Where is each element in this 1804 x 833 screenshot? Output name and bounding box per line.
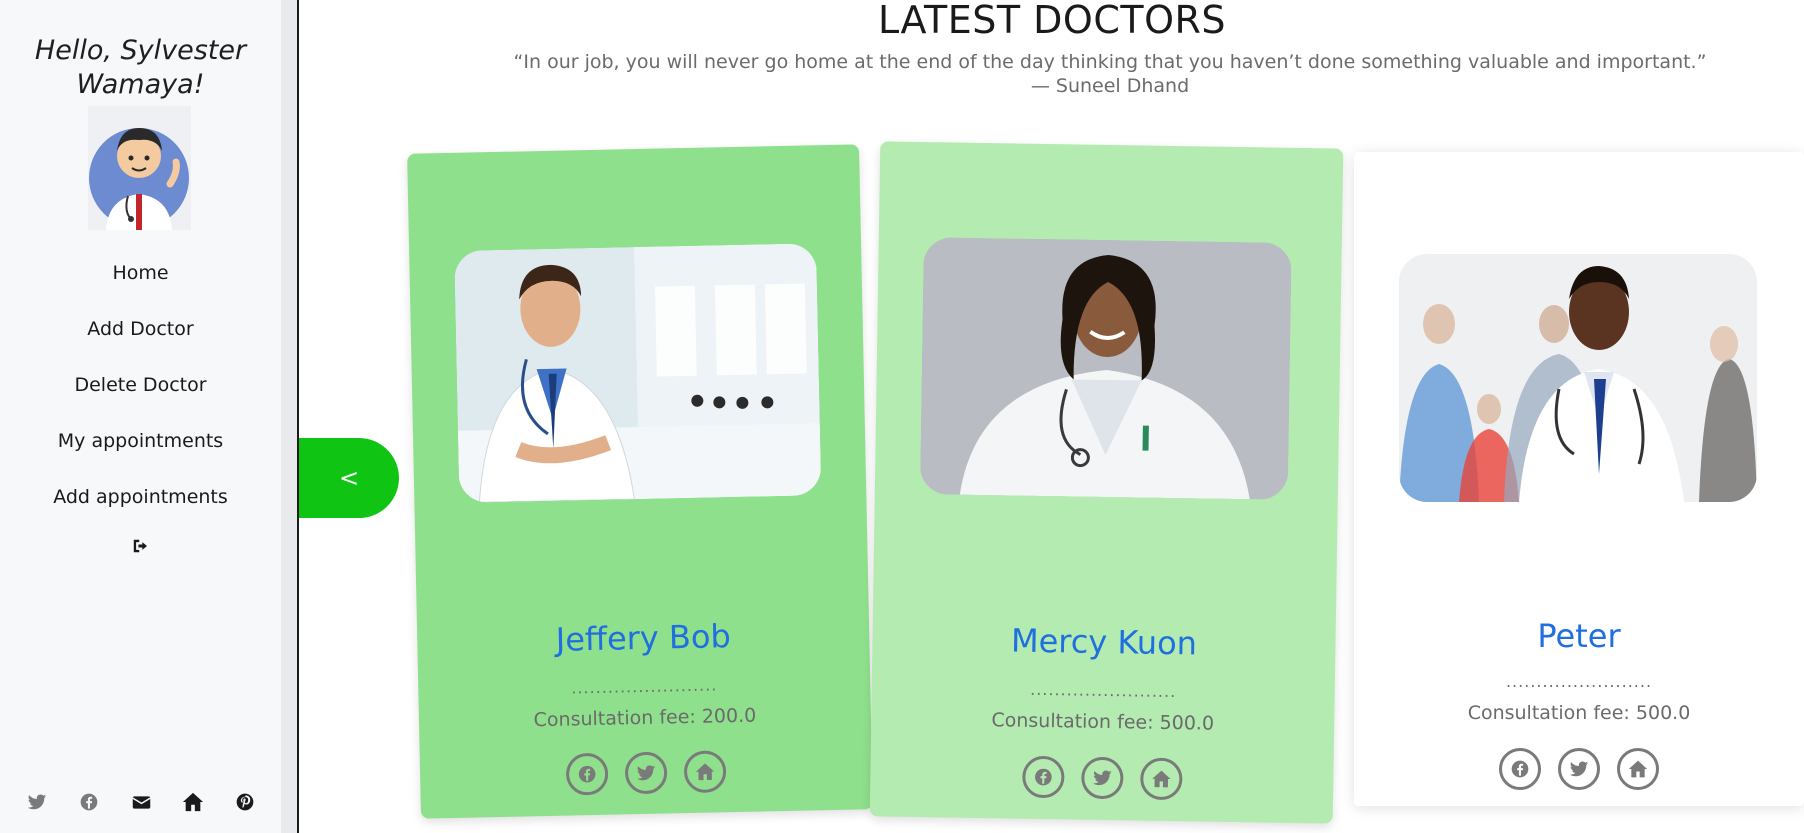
facebook-icon[interactable]	[1021, 755, 1065, 799]
doctor-photo	[919, 237, 1292, 500]
doctor-photo	[1399, 254, 1757, 502]
sidebar: Hello, Sylvester Wamaya! Home Add Doctor…	[0, 0, 281, 833]
pinterest-icon[interactable]	[234, 791, 256, 813]
consultation-fee: Consultation fee: 500.0	[871, 707, 1334, 736]
doctor-card: Peter ........................ Consultat…	[1354, 152, 1804, 806]
nav-delete-doctor[interactable]: Delete Doctor	[0, 357, 281, 413]
sidebar-scrollbar-track	[281, 0, 297, 833]
sidebar-nav: Home Add Doctor Delete Doctor My appoint…	[0, 245, 281, 525]
name-divider: ........................	[1030, 679, 1177, 702]
name-divider: ........................	[1505, 672, 1653, 691]
doctor-photo	[454, 243, 822, 503]
doctor-social-links	[420, 747, 873, 798]
doctor-avatar	[88, 106, 191, 230]
doctor-name[interactable]: Mercy Kuon	[872, 619, 1336, 664]
home-icon[interactable]	[683, 750, 727, 794]
header-quote: “In our job, you will never go home at t…	[513, 51, 1707, 97]
twitter-icon[interactable]	[1080, 756, 1124, 800]
doctor-name[interactable]: Peter	[1354, 617, 1804, 655]
twitter-icon[interactable]	[26, 791, 48, 813]
home-icon[interactable]	[1617, 748, 1659, 790]
nav-add-appointments[interactable]: Add appointments	[0, 469, 281, 525]
nav-home[interactable]: Home	[0, 245, 281, 301]
fee-label: Consultation fee:	[1467, 702, 1636, 724]
page-title: LATEST DOCTORS	[877, 0, 1227, 42]
fee-value: 200.0	[701, 704, 757, 728]
twitter-icon[interactable]	[624, 751, 668, 795]
name-divider: ........................	[571, 675, 718, 698]
nav-add-doctor[interactable]: Add Doctor	[0, 301, 281, 357]
doctor-card: Mercy Kuon ........................ Cons…	[869, 141, 1344, 824]
home-icon[interactable]	[1139, 757, 1183, 801]
logout-icon[interactable]	[128, 535, 152, 557]
fee-value: 500.0	[1635, 702, 1691, 724]
doctor-social-links	[1354, 748, 1804, 790]
consultation-fee: Consultation fee: 200.0	[419, 702, 871, 733]
facebook-icon[interactable]	[78, 791, 100, 813]
greeting-text: Hello, Sylvester Wamaya!	[34, 35, 247, 100]
social-links	[26, 790, 256, 814]
doctor-social-links	[870, 753, 1334, 802]
nav-my-appointments[interactable]: My appointments	[0, 413, 281, 469]
fee-label: Consultation fee:	[533, 705, 703, 732]
facebook-icon[interactable]	[565, 752, 609, 796]
facebook-icon[interactable]	[1499, 748, 1541, 790]
sidebar-divider	[297, 0, 299, 833]
carousel-prev-button[interactable]: <	[299, 438, 399, 518]
doctor-card: Jeffery Bob ........................ Con…	[407, 144, 873, 819]
home-icon[interactable]	[182, 791, 204, 813]
fee-value: 500.0	[1159, 711, 1215, 735]
envelope-icon[interactable]	[130, 791, 152, 813]
consultation-fee: Consultation fee: 500.0	[1354, 702, 1804, 724]
doctor-name[interactable]: Jeffery Bob	[417, 614, 870, 661]
twitter-icon[interactable]	[1558, 748, 1600, 790]
fee-label: Consultation fee:	[991, 709, 1160, 734]
